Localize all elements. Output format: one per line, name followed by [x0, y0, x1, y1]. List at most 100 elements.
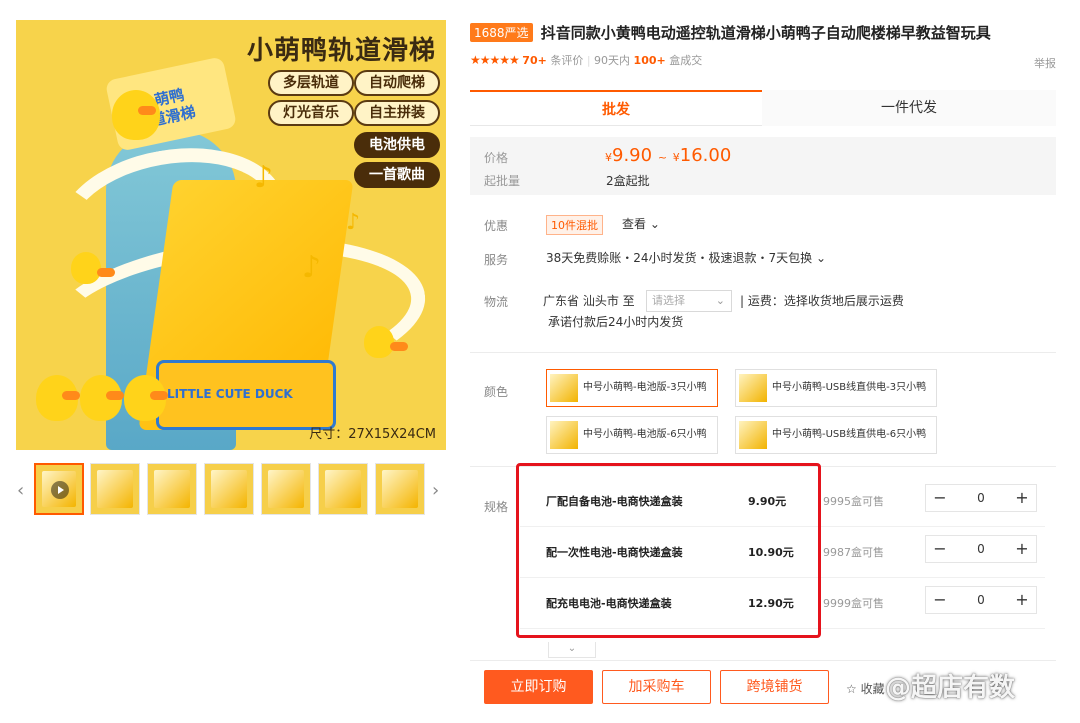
quantity-input[interactable]: 0 [954, 536, 1008, 562]
sold-label: 盒成交 [669, 54, 703, 67]
color-option-label: 中号小萌鸭-USB线直供电-3只小鸭 [772, 382, 927, 393]
quantity-input[interactable]: 0 [954, 587, 1008, 613]
thumbnail[interactable] [90, 463, 140, 515]
separator: | [586, 54, 591, 67]
stairs-base: LITTLE CUTE DUCK [156, 360, 336, 430]
size-label: 尺寸：27X15X24CM [309, 427, 436, 442]
expand-specs-button[interactable]: ⌄ [548, 642, 596, 658]
color-option-label: 中号小萌鸭-电池版-6只小鸭 [583, 429, 707, 440]
thumbnail[interactable] [204, 463, 254, 515]
decrease-button[interactable]: − [926, 485, 954, 511]
spec-stock: 9995盒可售 [823, 495, 884, 508]
play-icon [51, 481, 69, 499]
color-option-label: 中号小萌鸭-USB线直供电-6只小鸭 [772, 429, 927, 440]
thumbnail-video[interactable] [34, 463, 84, 515]
increase-button[interactable]: + [1008, 536, 1036, 562]
destination-placeholder: 请选择 [652, 294, 685, 307]
base-text: LITTLE CUTE DUCK [167, 387, 293, 401]
freight-text: | 运费：选择收货地后展示运费 [740, 294, 904, 308]
quantity-stepper: − 0 + [925, 586, 1037, 614]
min-order-label: 起批量 [484, 174, 521, 188]
thumbnail[interactable] [318, 463, 368, 515]
price-range: ¥9.90 ~ ¥16.00 [605, 145, 731, 166]
min-order-value: 2盒起批 [606, 174, 650, 188]
color-thumbnail [739, 421, 767, 449]
duck-figure [36, 375, 80, 421]
music-note-icon: ♪ [302, 250, 322, 285]
color-option[interactable]: 中号小萌鸭-电池版-3只小鸭 [546, 369, 718, 407]
thumbnail-prev-button[interactable]: ‹ [17, 480, 24, 501]
decrease-button[interactable]: − [926, 536, 954, 562]
tab-wholesale[interactable]: 批发 [470, 90, 762, 126]
watermark: @超店有数 [885, 673, 1016, 703]
color-thumbnail [550, 421, 578, 449]
feature-tag: 自主拼装 [354, 100, 440, 126]
favorite-button[interactable]: ☆ 收藏 [846, 680, 885, 697]
thumbnail[interactable] [261, 463, 311, 515]
ship-promise: 承诺付款后24小时内发货 [548, 315, 684, 329]
currency-symbol: ¥ [672, 151, 680, 164]
price-low: 9.90 [612, 145, 653, 166]
divider [470, 660, 1056, 661]
color-option[interactable]: 中号小萌鸭-USB线直供电-3只小鸭 [735, 369, 937, 407]
price-separator: ~ [657, 151, 668, 164]
duck-figure [124, 375, 168, 421]
duck-figure [71, 252, 115, 284]
feature-tag: 一首歌曲 [354, 162, 440, 188]
add-to-cart-button[interactable]: 加采购车 [602, 670, 711, 704]
promo-view-link[interactable]: 查看 ⌄ [622, 215, 660, 232]
cross-border-button[interactable]: 跨境铺货 [720, 670, 829, 704]
quantity-input[interactable]: 0 [954, 485, 1008, 511]
tab-dropship[interactable]: 一件代发 [762, 90, 1056, 126]
thumbnail-next-button[interactable]: › [432, 480, 439, 501]
review-count[interactable]: 70+ [522, 54, 547, 67]
ship-origin: 广东省 汕头市 至 [543, 294, 635, 308]
increase-button[interactable]: + [1008, 485, 1036, 511]
thumbnail-image [97, 470, 133, 508]
period-label: 90天内 [594, 54, 631, 67]
service-text[interactable]: 38天免费赊账・24小时发货・极速退款・7天包换 ⌄ [546, 249, 826, 266]
feature-tag: 多层轨道 [268, 70, 354, 96]
promo-label: 优惠 [484, 219, 509, 233]
product-title-row: 1688严选 抖音同款小黄鸭电动遥控轨道滑梯小萌鸭子自动爬楼梯早教益智玩具 [470, 22, 1070, 44]
price-label: 价格 [484, 151, 509, 165]
product-title: 抖音同款小黄鸭电动遥控轨道滑梯小萌鸭子自动爬楼梯早教益智玩具 [540, 24, 991, 42]
rating-row: ★★★★★ 70+ 条评价 | 90天内 100+ 盒成交 [470, 52, 702, 68]
spec-stock: 9999盒可售 [823, 597, 884, 610]
image-headline: 小萌鸭轨道滑梯 [246, 36, 436, 66]
duck-figure [364, 326, 408, 358]
thumbnail-image [268, 470, 304, 508]
thumbnail-image [211, 470, 247, 508]
thumbnail-image [154, 470, 190, 508]
feature-tag: 自动爬梯 [354, 70, 440, 96]
main-product-image[interactable]: LITTLE CUTE DUCK 小萌鸭 轨道滑梯 ♪ ♪ ♪ 小萌鸭轨道滑梯 … [16, 20, 446, 450]
increase-button[interactable]: + [1008, 587, 1036, 613]
highlight-frame [516, 463, 821, 638]
service-label: 服务 [484, 253, 509, 267]
yanxuan-badge: 1688严选 [470, 23, 533, 42]
quantity-stepper: − 0 + [925, 535, 1037, 563]
price-box: 价格 ¥9.90 ~ ¥16.00 起批量 2盒起批 [470, 137, 1056, 195]
decrease-button[interactable]: − [926, 587, 954, 613]
sold-count: 100+ [633, 54, 666, 67]
thumbnail[interactable] [375, 463, 425, 515]
promo-tag: 10件混批 [546, 215, 603, 235]
spec-label: 规格 [484, 500, 509, 514]
currency-symbol: ¥ [605, 151, 612, 164]
color-label: 颜色 [484, 385, 509, 399]
color-option[interactable]: 中号小萌鸭-USB线直供电-6只小鸭 [735, 416, 937, 454]
thumbnail[interactable] [147, 463, 197, 515]
music-note-icon: ♪ [346, 210, 361, 235]
thumbnail-image [325, 470, 361, 508]
quantity-stepper: − 0 + [925, 484, 1037, 512]
color-thumbnail [550, 374, 578, 402]
color-option[interactable]: 中号小萌鸭-电池版-6只小鸭 [546, 416, 718, 454]
music-note-icon: ♪ [254, 160, 274, 195]
logistics-label: 物流 [484, 295, 509, 309]
order-now-button[interactable]: 立即订购 [484, 670, 593, 704]
feature-tag: 灯光音乐 [268, 100, 354, 126]
duck-figure [80, 375, 124, 421]
destination-select[interactable]: 请选择 ⌄ [646, 290, 732, 312]
review-label: 条评价 [550, 54, 584, 67]
report-link[interactable]: 举报 [1034, 55, 1056, 71]
